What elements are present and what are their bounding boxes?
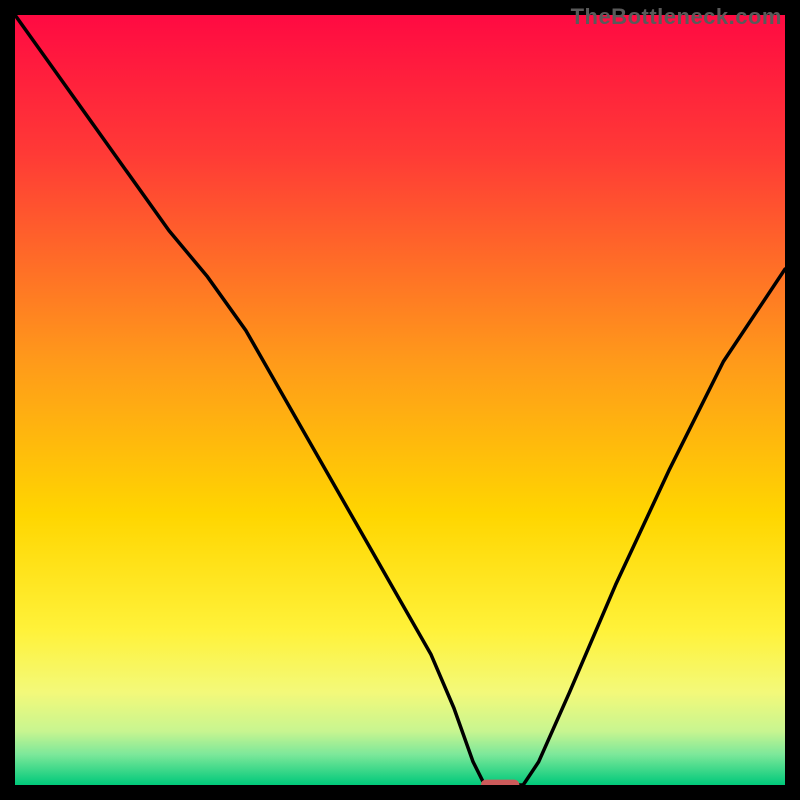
chart-container bbox=[15, 15, 785, 785]
gradient-background bbox=[15, 15, 785, 785]
optimal-marker bbox=[481, 780, 519, 785]
bottleneck-chart bbox=[15, 15, 785, 785]
attribution-text: TheBottleneck.com bbox=[571, 4, 782, 30]
